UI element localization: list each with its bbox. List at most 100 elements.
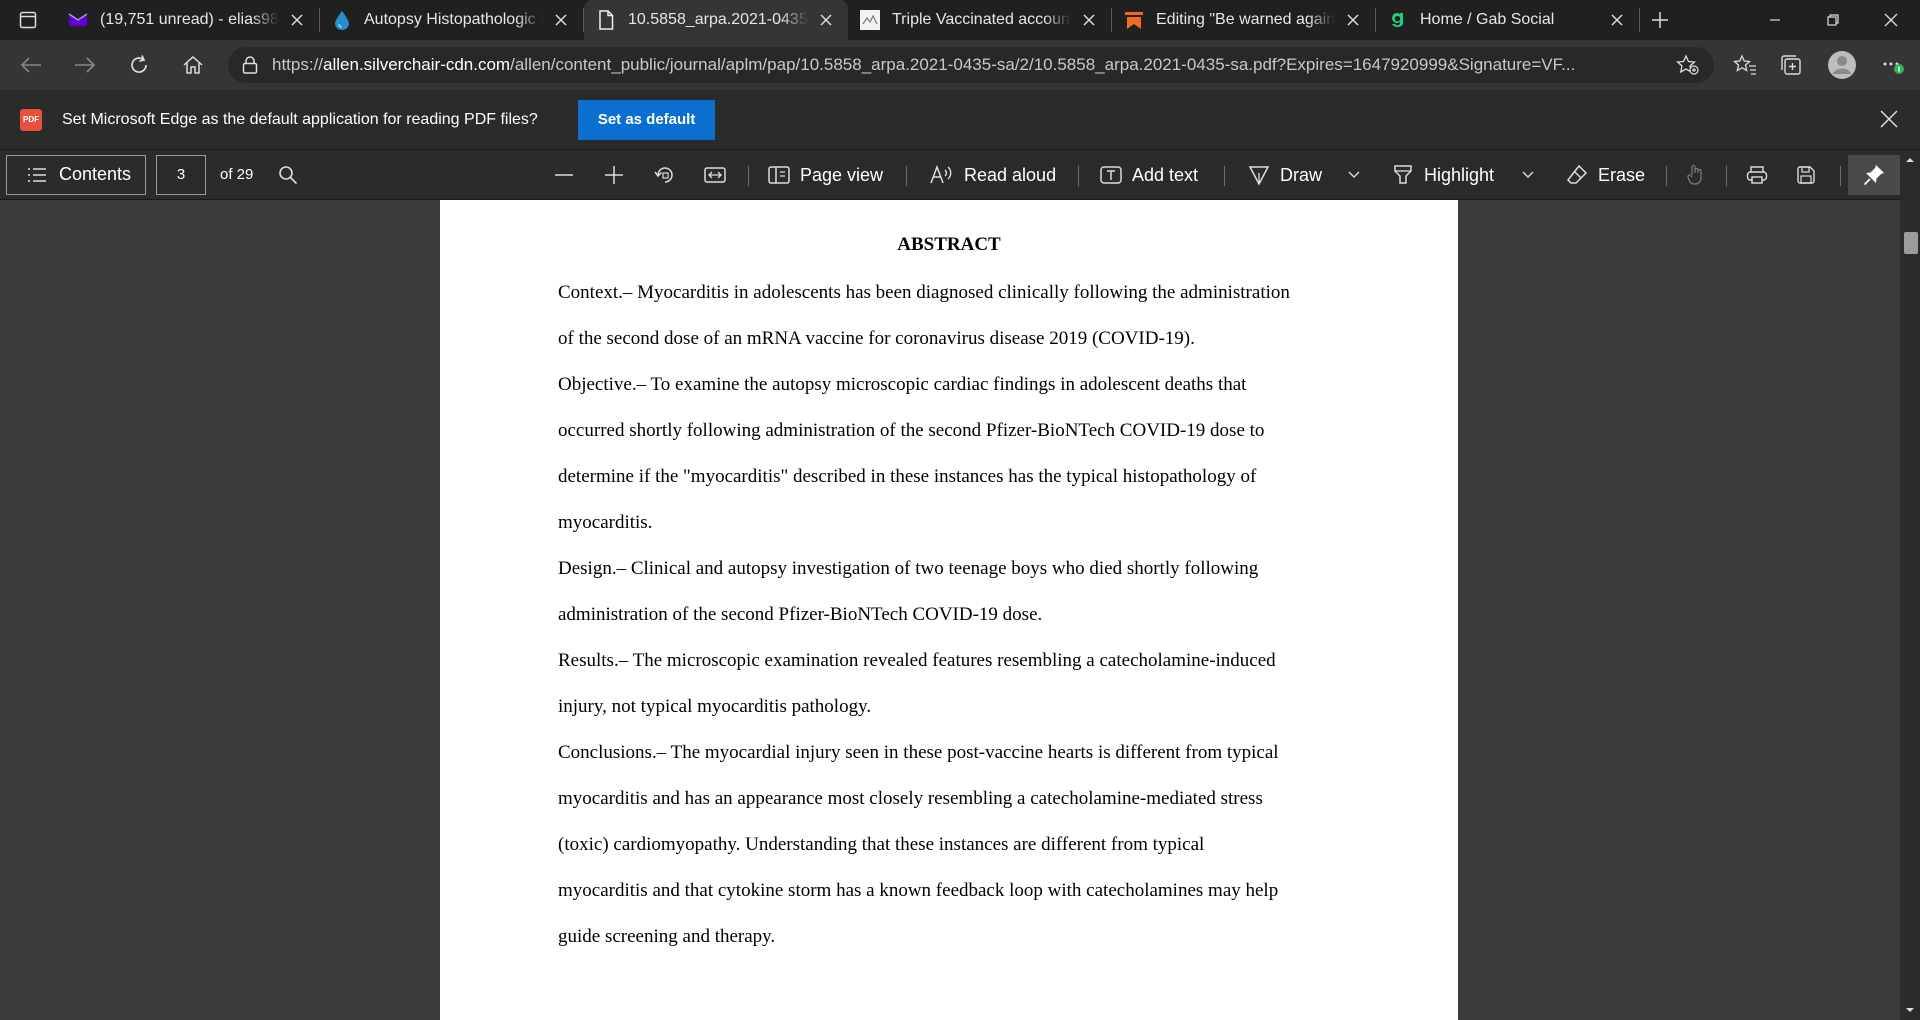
tab-actions-button[interactable] [0,0,56,40]
yahoo-mail-icon [68,10,88,30]
page-view-label: Page view [800,164,884,185]
page-view-icon [768,166,790,184]
tab-yahoo-mail[interactable]: (19,751 unread) - elias98_99 [56,8,320,32]
add-text-icon [1100,166,1122,184]
save-button[interactable] [1796,150,1816,200]
abstract-line: Objective.– To examine the autopsy micro… [558,374,1247,395]
scrollbar-thumb[interactable] [1904,232,1918,254]
search-button[interactable] [278,150,298,200]
restore-icon [1827,14,1839,26]
tab-close-icon[interactable] [1607,10,1627,30]
tab-title: (19,751 unread) - elias98_99 [100,11,279,28]
read-aloud-button[interactable]: Read aloud [930,150,1056,200]
tab-close-icon[interactable] [1079,10,1099,30]
zoom-out-button[interactable] [554,150,574,200]
tab-editing[interactable]: Editing "Be warned again ab [1112,8,1376,32]
site-thumbnail-icon [860,10,880,30]
pin-toolbar-button[interactable] [1848,155,1900,195]
address-toolbar: https://allen.silverchair-cdn.com/allen/… [0,40,1920,90]
home-button[interactable] [171,45,215,85]
fit-to-width-button[interactable] [704,150,726,200]
highlight-options-dropdown[interactable] [1522,150,1534,200]
infobar-message: Set Microsoft Edge as the default applic… [62,110,538,128]
collections-button[interactable] [1768,45,1814,85]
rotate-button[interactable] [654,150,676,200]
settings-more-button[interactable] [1870,45,1916,85]
add-favorite-icon[interactable] [1676,54,1700,76]
tab-pdf-active[interactable]: 10.5858_arpa.2021-0435-sa [584,0,848,40]
droplet-icon [332,10,352,30]
tab-title: Home / Gab Social [1420,11,1555,28]
url-path: /allen/content_public/journal/aplm/pap/1… [510,55,1576,74]
scroll-up-arrow-icon[interactable] [1904,154,1916,166]
list-icon [28,167,46,182]
vertical-scrollbar[interactable] [1900,150,1920,1020]
page-view-button[interactable]: Page view [768,150,883,200]
draw-options-dropdown[interactable] [1348,150,1360,200]
toolbar-divider [1078,166,1079,186]
window-controls [1746,0,1920,40]
draw-button[interactable]: Draw [1248,150,1322,200]
tab-autopsy-histopathologic[interactable]: Autopsy Histopathologic Cardiac [320,8,584,32]
page-number-input[interactable]: 3 [156,154,206,195]
bookmark-icon [1124,10,1144,30]
highlight-button[interactable]: Highlight [1392,150,1494,200]
tab-title: Autopsy Histopathologic Cardiac [364,11,543,28]
arrow-right-icon [75,57,96,73]
refresh-button[interactable] [117,45,161,85]
abstract-line: guide screening and therapy. [558,926,776,947]
erase-button[interactable]: Erase [1566,150,1645,200]
tab-title: Editing "Be warned again ab [1156,11,1335,28]
abstract-line: administration of the second Pfizer-BioN… [558,604,1043,625]
minimize-button[interactable] [1746,0,1804,40]
profile-button[interactable] [1814,45,1870,85]
tab-strip: (19,751 unread) - elias98_99 Autopsy His… [0,0,1920,40]
close-window-button[interactable] [1862,0,1920,40]
abstract-line: occurred shortly following administratio… [558,420,1265,441]
default-pdf-infobar: PDF Set Microsoft Edge as the default ap… [0,90,1920,150]
chevron-down-icon [1522,171,1534,178]
infobar-close-icon[interactable] [1880,110,1898,128]
toolbar-divider [1726,166,1727,186]
print-button[interactable] [1746,150,1768,200]
more-dots-icon [1883,62,1904,74]
highlight-label: Highlight [1424,164,1495,185]
pdf-document-icon [596,10,616,30]
collections-icon [1781,55,1801,75]
abstract-line: Design.– Clinical and autopsy investigat… [558,558,1259,579]
plus-icon [605,166,623,184]
zoom-in-button[interactable] [604,150,624,200]
tab-close-icon[interactable] [1343,10,1363,30]
home-icon [183,55,203,74]
tab-gab-social[interactable]: Home / Gab Social [1376,8,1640,32]
set-as-default-button[interactable]: Set as default [577,99,716,140]
favorites-button[interactable] [1722,45,1768,85]
contents-button[interactable]: Contents [6,154,146,195]
abstract-line: (toxic) cardiomyopathy. Understanding th… [558,834,1205,855]
back-button[interactable] [9,45,53,85]
address-bar-input[interactable]: https://allen.silverchair-cdn.com/allen/… [228,47,1714,83]
abstract-line: myocarditis and that cytokine storm has … [558,880,1279,901]
pin-icon [1863,165,1884,186]
forward-button[interactable] [63,45,107,85]
new-tab-button[interactable] [1640,0,1680,40]
draw-label: Draw [1280,164,1323,185]
pdf-viewer[interactable]: ABSTRACT Context.– Myocarditis in adoles… [0,200,1920,1020]
avatar-icon [1828,51,1856,79]
add-text-button[interactable]: Add text [1100,150,1198,200]
erase-label: Erase [1598,164,1646,185]
tab-close-icon[interactable] [287,10,307,30]
pdf-toolbar: Contents 3 of 29 Page view Read aloud Ad… [0,150,1920,200]
touch-mode-button[interactable] [1686,150,1706,200]
scroll-down-arrow-icon[interactable] [1904,1004,1916,1016]
abstract-line: determine if the "myocarditis" described… [558,466,1257,487]
tab-close-icon[interactable] [816,10,836,30]
highlighter-icon [1394,165,1412,184]
restore-button[interactable] [1804,0,1862,40]
tab-close-icon[interactable] [551,10,571,30]
tab-title: Triple Vaccinated accounted [892,11,1071,28]
toolbar-divider [906,166,907,186]
tab-triple-vaccinated[interactable]: Triple Vaccinated accounted [848,8,1112,32]
toolbar-divider [1224,166,1225,186]
plus-icon [1652,12,1668,28]
